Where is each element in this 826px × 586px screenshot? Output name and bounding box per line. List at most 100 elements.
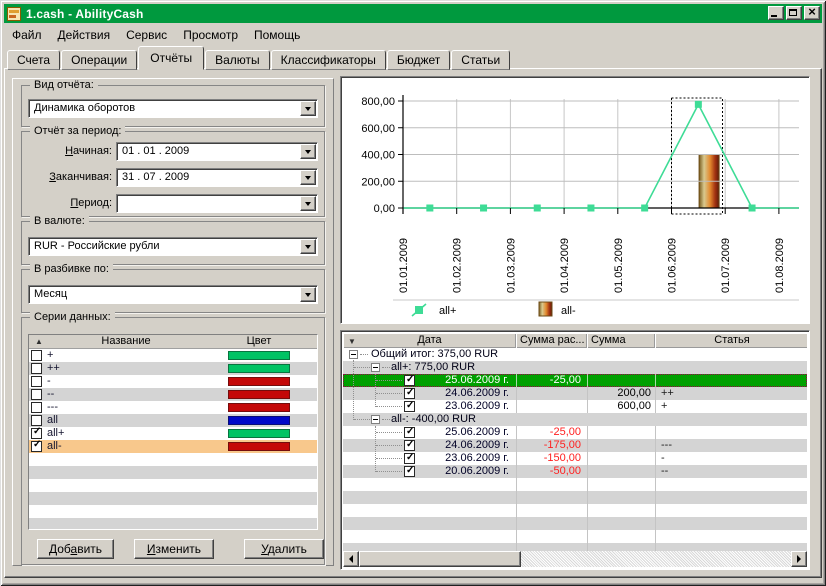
series-row[interactable]: all [29, 414, 317, 427]
start-date-label: Начиная: [22, 142, 112, 161]
series-name: --- [47, 401, 58, 414]
dropdown-arrow-icon[interactable] [300, 239, 316, 254]
expense-cell: -25,00 [519, 426, 581, 439]
column-separator [587, 491, 588, 504]
series-checkbox[interactable]: ✓ [31, 441, 42, 452]
currency-combobox[interactable]: RUR - Российские рубли [28, 237, 318, 256]
series-row[interactable]: ✓all- [29, 440, 317, 453]
series-checkbox[interactable] [31, 363, 42, 374]
series-row[interactable]: --- [29, 401, 317, 414]
menu-view[interactable]: Просмотр [175, 26, 246, 44]
row-checkbox[interactable]: ✓ [404, 466, 415, 477]
tree-group-row[interactable]: Общий итог: 375,00 RUR [343, 348, 807, 361]
dropdown-arrow-icon[interactable] [300, 170, 316, 185]
turnover-chart[interactable]: 0,00200,00400,00600,00800,0001.01.200901… [343, 79, 809, 323]
series-checkbox[interactable] [31, 350, 42, 361]
series-checkbox[interactable] [31, 376, 42, 387]
minimize-button[interactable] [768, 6, 784, 20]
series-table-header[interactable]: ▲ Название Цвет [29, 335, 317, 349]
sort-desc-icon: ▼ [348, 335, 356, 349]
end-date-combobox[interactable]: 31 . 07 . 2009 [116, 168, 318, 187]
menu-file[interactable]: Файл [4, 26, 50, 44]
column-header-income[interactable]: Сумма при... [587, 333, 655, 348]
dropdown-arrow-icon[interactable] [300, 287, 316, 302]
series-checkbox[interactable] [31, 415, 42, 426]
column-header-expense[interactable]: Сумма рас... [516, 333, 587, 348]
add-series-button[interactable]: Добавить [37, 539, 114, 559]
row-checkbox[interactable]: ✓ [404, 401, 415, 412]
details-table-header[interactable]: ▼Дата Сумма рас... Сумма при... Статья [343, 333, 807, 348]
column-header-article[interactable]: Статья [655, 333, 807, 348]
turnover-chart-panel[interactable]: 0,00200,00400,00600,00800,0001.01.200901… [340, 76, 810, 324]
series-checkbox[interactable]: ✓ [31, 428, 42, 439]
date-cell: 25.06.2009 г. [423, 374, 509, 387]
tab-articles[interactable]: Статьи [451, 50, 510, 70]
row-checkbox[interactable]: ✓ [404, 388, 415, 399]
tab-operations[interactable]: Операции [61, 50, 137, 70]
start-date-combobox[interactable]: 01 . 01 . 2009 [116, 142, 318, 161]
series-checkbox[interactable] [31, 402, 42, 413]
column-separator [587, 387, 588, 400]
edit-series-button[interactable]: Изменить [134, 539, 214, 559]
row-checkbox[interactable]: ✓ [404, 375, 415, 386]
breakdown-combobox[interactable]: Месяц [28, 285, 318, 304]
column-separator [655, 452, 656, 465]
tab-reports[interactable]: Отчёты [138, 46, 204, 70]
series-row[interactable]: -- [29, 388, 317, 401]
line-all-plus[interactable] [403, 104, 799, 208]
series-empty-row [29, 466, 317, 479]
column-header-name[interactable]: Название [29, 335, 223, 348]
dropdown-arrow-icon[interactable] [300, 101, 316, 116]
column-header-date[interactable]: ▼Дата [343, 333, 516, 348]
delete-series-button[interactable]: Удалить [244, 539, 324, 559]
maximize-button[interactable] [786, 6, 802, 20]
empty-row [343, 543, 807, 551]
period-step-combobox[interactable] [116, 194, 318, 213]
series-checkbox[interactable] [31, 389, 42, 400]
report-type-label: Вид отчёта: [30, 79, 98, 92]
column-separator [587, 517, 588, 530]
empty-row [343, 517, 807, 530]
dropdown-arrow-icon[interactable] [300, 196, 316, 211]
menu-service[interactable]: Сервис [118, 26, 175, 44]
tab-currencies[interactable]: Валюты [205, 50, 270, 70]
series-color-swatch [228, 429, 290, 438]
column-header-color[interactable]: Цвет [223, 335, 295, 348]
dropdown-arrow-icon[interactable] [300, 144, 316, 159]
expander-icon[interactable] [371, 415, 380, 424]
column-separator [587, 504, 588, 517]
row-checkbox[interactable]: ✓ [404, 440, 415, 451]
series-row[interactable]: + [29, 349, 317, 362]
expander-icon[interactable] [349, 350, 358, 359]
close-button[interactable] [804, 6, 820, 20]
transaction-row[interactable]: ✓20.06.2009 г.-50,00-- [343, 465, 807, 478]
expander-icon[interactable] [371, 363, 380, 372]
scroll-left-button[interactable] [343, 551, 359, 567]
horizontal-scrollbar[interactable] [343, 551, 807, 567]
scroll-right-button[interactable] [791, 551, 807, 567]
x-axis-label: 01.01.2009 [398, 238, 410, 293]
column-separator [516, 478, 517, 491]
tab-budget[interactable]: Бюджет [387, 50, 450, 70]
series-row[interactable]: - [29, 375, 317, 388]
tab-accounts[interactable]: Счета [7, 50, 60, 70]
scrollbar-thumb[interactable] [359, 551, 521, 567]
legend-bar-icon [539, 302, 552, 316]
end-date-value: 31 . 07 . 2009 [122, 171, 189, 183]
series-row[interactable]: ✓all+ [29, 427, 317, 440]
transaction-row[interactable]: ✓23.06.2009 г.600,00+ [343, 400, 807, 413]
series-row[interactable]: ++ [29, 362, 317, 375]
details-rows[interactable]: Общий итог: 375,00 RURall+: 775,00 RUR✓2… [343, 348, 807, 551]
tab-classifiers[interactable]: Классификаторы [271, 50, 386, 70]
row-checkbox[interactable]: ✓ [404, 453, 415, 464]
report-type-combobox[interactable]: Динамика оборотов [28, 99, 318, 118]
group-label: all+: 775,00 RUR [391, 361, 475, 374]
row-checkbox[interactable]: ✓ [404, 427, 415, 438]
series-table[interactable]: ▲ Название Цвет +++------all✓all+✓all- [28, 334, 318, 530]
period-group-label: Отчёт за период: [30, 125, 125, 138]
tree-line [376, 380, 402, 382]
menu-help[interactable]: Помощь [246, 26, 308, 44]
data-series-group: Серии данных: ▲ Название Цвет +++------a… [21, 317, 325, 565]
column-separator [587, 465, 588, 478]
menu-actions[interactable]: Действия [50, 26, 119, 44]
